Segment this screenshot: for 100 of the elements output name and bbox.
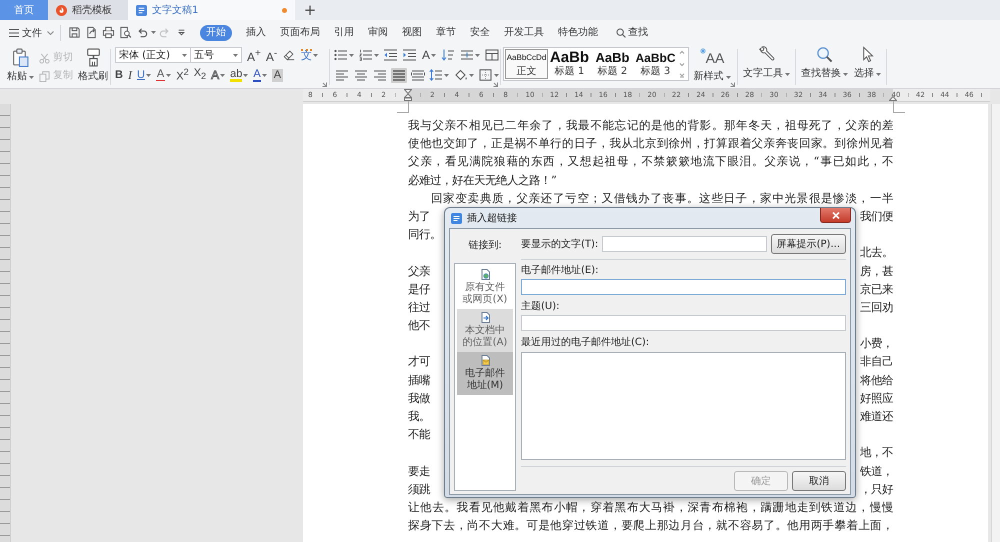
style-option[interactable]: AaBbCcDd 正文 (505, 49, 548, 79)
style-option[interactable]: AaBb 标题 1 (548, 49, 591, 79)
caret-icon[interactable] (469, 74, 474, 76)
file-menu-button[interactable]: 文件 (9, 24, 54, 42)
align-right-icon[interactable] (372, 68, 388, 82)
email-address-input[interactable] (521, 279, 846, 295)
caret-icon[interactable] (349, 54, 354, 56)
display-text-input[interactable] (602, 236, 767, 252)
text-tools-button[interactable]: 文字工具 (740, 45, 793, 84)
flame-logo-icon (56, 4, 67, 16)
font-color-button[interactable]: A (253, 67, 267, 83)
print-preview-icon[interactable] (119, 26, 132, 39)
style-option[interactable]: AaBb 标题 2 (591, 49, 634, 79)
text-line: 难道还 (860, 408, 893, 425)
caret-icon[interactable] (494, 74, 499, 76)
border-icon[interactable] (479, 69, 493, 81)
text-line: 往过 (408, 298, 430, 316)
dialog-launcher-icon[interactable] (493, 82, 498, 87)
select-button[interactable]: 选择 (851, 45, 884, 84)
new-tab-button[interactable]: + (295, 0, 325, 20)
align-left-icon[interactable] (334, 68, 350, 82)
numbered-list-icon[interactable] (359, 49, 373, 61)
link-target-item[interactable]: 本文档中的位置(A) (457, 309, 513, 352)
caret-icon (262, 74, 267, 76)
sparkle-icon (700, 48, 706, 54)
find-replace-button[interactable]: 查找替换 (798, 45, 851, 84)
bold-button[interactable]: B (115, 67, 123, 83)
ribbon-tab[interactable]: 插入 (246, 24, 266, 40)
link-target-item[interactable]: 电子邮件地址(M) (457, 352, 513, 395)
ribbon-tab[interactable]: 特色功能 (558, 24, 598, 40)
caret-icon[interactable] (475, 54, 480, 56)
subscript-button[interactable]: X$_{2}$ (194, 67, 206, 83)
vertical-scrollbar[interactable] (991, 104, 1000, 542)
link-target-item[interactable]: 原有文件或网页(X) (457, 266, 513, 309)
pinyin-guide-button[interactable]: 文 (301, 47, 318, 63)
link-to-label: 链接到: (468, 238, 502, 252)
distributed-align-icon[interactable] (410, 68, 426, 82)
caret-icon (220, 74, 226, 76)
text-effects-button[interactable]: A (211, 67, 226, 83)
strikethrough-button[interactable]: A (156, 67, 172, 83)
grow-font-button[interactable]: A$^{+}$ (247, 47, 261, 63)
export-document-icon[interactable] (85, 26, 98, 39)
scroll-down-icon[interactable] (679, 62, 685, 66)
close-button[interactable] (820, 208, 851, 223)
increase-indent-icon[interactable] (403, 49, 417, 61)
caret-icon (243, 74, 248, 76)
ribbon-tab[interactable]: 安全 (470, 24, 490, 40)
cancel-button[interactable]: 取消 (792, 471, 846, 491)
dialog-launcher-icon[interactable] (322, 82, 327, 87)
ribbon-tab[interactable]: 视图 (402, 24, 422, 40)
superscript-button[interactable]: X$^{2}$ (176, 67, 189, 83)
character-shading-button[interactable]: A (272, 67, 284, 83)
shrink-font-button[interactable]: A$^{-}$ (266, 47, 278, 63)
caret-icon (182, 54, 187, 56)
app-icon (451, 212, 462, 224)
caret-icon[interactable] (444, 74, 449, 76)
tab[interactable]: 文字文稿1 (128, 0, 295, 20)
caret-icon[interactable] (374, 54, 379, 56)
text-line: 非自己 (860, 353, 893, 370)
caret-icon[interactable] (151, 31, 156, 34)
tab[interactable]: 稻壳模板 (48, 0, 128, 20)
ribbon-tab[interactable]: 开发工具 (504, 24, 544, 40)
align-center-icon[interactable] (353, 68, 369, 82)
screen-tip-button[interactable]: 屏幕提示(P)... (770, 234, 846, 254)
scroll-up-icon[interactable] (679, 50, 685, 55)
highlight-button[interactable]: ab (230, 67, 248, 83)
save-icon[interactable] (68, 26, 81, 39)
search-button[interactable]: 查找 (616, 24, 648, 40)
caret-icon (166, 74, 172, 76)
more-styles-icon[interactable] (679, 73, 685, 78)
sort-icon[interactable] (441, 49, 456, 61)
paste-button[interactable]: 粘贴 (7, 47, 34, 86)
underline-button[interactable]: U (136, 67, 151, 83)
justify-icon[interactable] (391, 68, 407, 82)
format-painter-button[interactable]: 格式刷 (78, 47, 108, 86)
printer-icon[interactable] (102, 26, 115, 39)
spacing-icon[interactable] (460, 49, 474, 61)
ribbon-tab[interactable]: 审阅 (368, 24, 388, 40)
indent-marker-icon[interactable] (404, 89, 412, 101)
italic-button[interactable]: I (128, 67, 132, 83)
ribbon-tab[interactable]: 章节 (436, 24, 456, 40)
table-icon[interactable] (485, 49, 500, 61)
font-size-dropdown[interactable]: 五号 (190, 47, 242, 63)
ribbon-tab[interactable]: 页面布局 (280, 24, 320, 40)
ribbon-tab[interactable]: 引用 (334, 24, 354, 40)
undo-icon[interactable] (136, 26, 149, 39)
bullet-list-icon[interactable] (334, 49, 348, 61)
style-option[interactable]: AaBbC 标题 3 (634, 49, 677, 79)
dialog-launcher-icon[interactable] (730, 82, 735, 87)
new-style-button[interactable]: AA 新样式 (693, 47, 731, 86)
line-spacing-icon[interactable] (429, 69, 443, 81)
paint-bucket-icon[interactable] (454, 69, 468, 81)
eraser-icon[interactable] (282, 49, 296, 61)
text-line: 我。 (408, 408, 430, 425)
ribbon-tab[interactable]: 开始 (200, 24, 232, 40)
subject-input[interactable] (521, 315, 846, 331)
text-direction-button[interactable]: A (422, 47, 436, 63)
font-name-dropdown[interactable]: 宋体 (正文) (115, 47, 191, 63)
decrease-indent-icon[interactable] (384, 49, 398, 61)
document-icon (136, 4, 147, 16)
